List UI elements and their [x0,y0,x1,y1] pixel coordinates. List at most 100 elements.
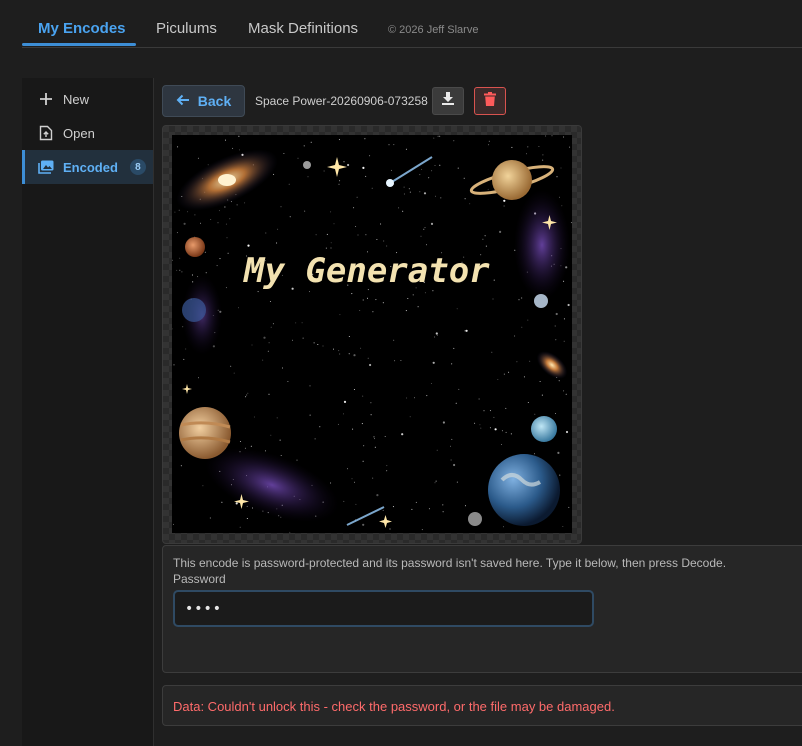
sidebar-item-label: New [63,91,90,107]
star [463,177,465,179]
star [310,141,312,143]
star [315,234,317,236]
star [541,394,543,396]
star [380,223,382,225]
star [343,413,344,415]
star [295,322,297,324]
sidebar-item-new[interactable]: New [22,82,153,116]
star [365,234,367,236]
star [238,307,239,309]
star [431,170,433,172]
artwork-title-text: My Generator [244,251,490,291]
star [453,140,455,142]
sidebar-item-open[interactable]: Open [22,116,153,150]
star [526,153,527,155]
star [411,508,413,510]
star [494,428,497,431]
star [370,402,372,404]
star [268,393,270,395]
star [558,380,560,382]
star [287,381,289,382]
star [180,465,182,467]
star [262,359,264,361]
star [355,503,357,505]
star [361,423,363,425]
star [288,183,290,185]
star [309,414,311,416]
star [179,269,181,271]
star [430,383,432,384]
download-button[interactable] [432,87,464,115]
star [436,449,438,451]
star [353,207,355,209]
star [330,482,332,484]
back-label: Back [197,93,232,109]
star [302,337,304,339]
star [565,393,567,395]
star [280,206,282,208]
star [394,360,396,362]
star [376,239,378,240]
star [414,397,415,399]
star [289,531,291,533]
star [360,347,362,349]
sidebar: New Open Encoded 8 [22,78,153,746]
star [224,206,226,208]
star [464,198,466,200]
star [363,445,365,447]
star [412,294,414,296]
tab-mask-definitions[interactable]: Mask Definitions [248,20,358,37]
star [482,238,484,240]
star [362,395,364,397]
star [451,438,453,440]
sidebar-item-encoded[interactable]: Encoded 8 [22,150,153,184]
password-panel: This encode is password-protected and it… [162,545,802,673]
password-message: This encode is password-protected and it… [173,556,727,570]
star [464,330,466,332]
star [225,139,226,141]
star [362,299,364,301]
star [247,244,250,247]
star [353,354,356,357]
star [398,207,400,209]
delete-button[interactable] [474,87,506,115]
star [369,363,372,367]
star [523,376,525,378]
star [521,297,523,299]
star [570,222,572,224]
star [487,188,489,190]
star [216,265,218,267]
tab-piculums[interactable]: Piculums [156,20,217,37]
star [280,455,282,456]
star [183,222,186,225]
star [451,363,453,365]
star [503,199,506,202]
star [309,291,310,293]
star [246,518,248,519]
star [563,340,565,342]
star [172,259,173,261]
space-artwork [172,135,572,533]
password-input[interactable] [173,590,594,627]
star [174,211,176,213]
star [510,433,512,435]
star [176,269,178,271]
star [542,159,544,161]
star [359,310,361,311]
star [333,348,334,350]
star [273,173,275,175]
star [402,210,404,212]
star [296,459,298,461]
star [415,501,417,503]
star [505,407,507,409]
star [209,517,211,519]
star [351,293,353,295]
back-button[interactable]: Back [162,85,245,117]
star [244,202,246,204]
tab-my-encodes[interactable]: My Encodes [38,20,126,37]
star [556,176,558,178]
star [389,528,391,530]
star [453,463,456,467]
star [386,470,388,472]
star [352,428,354,430]
